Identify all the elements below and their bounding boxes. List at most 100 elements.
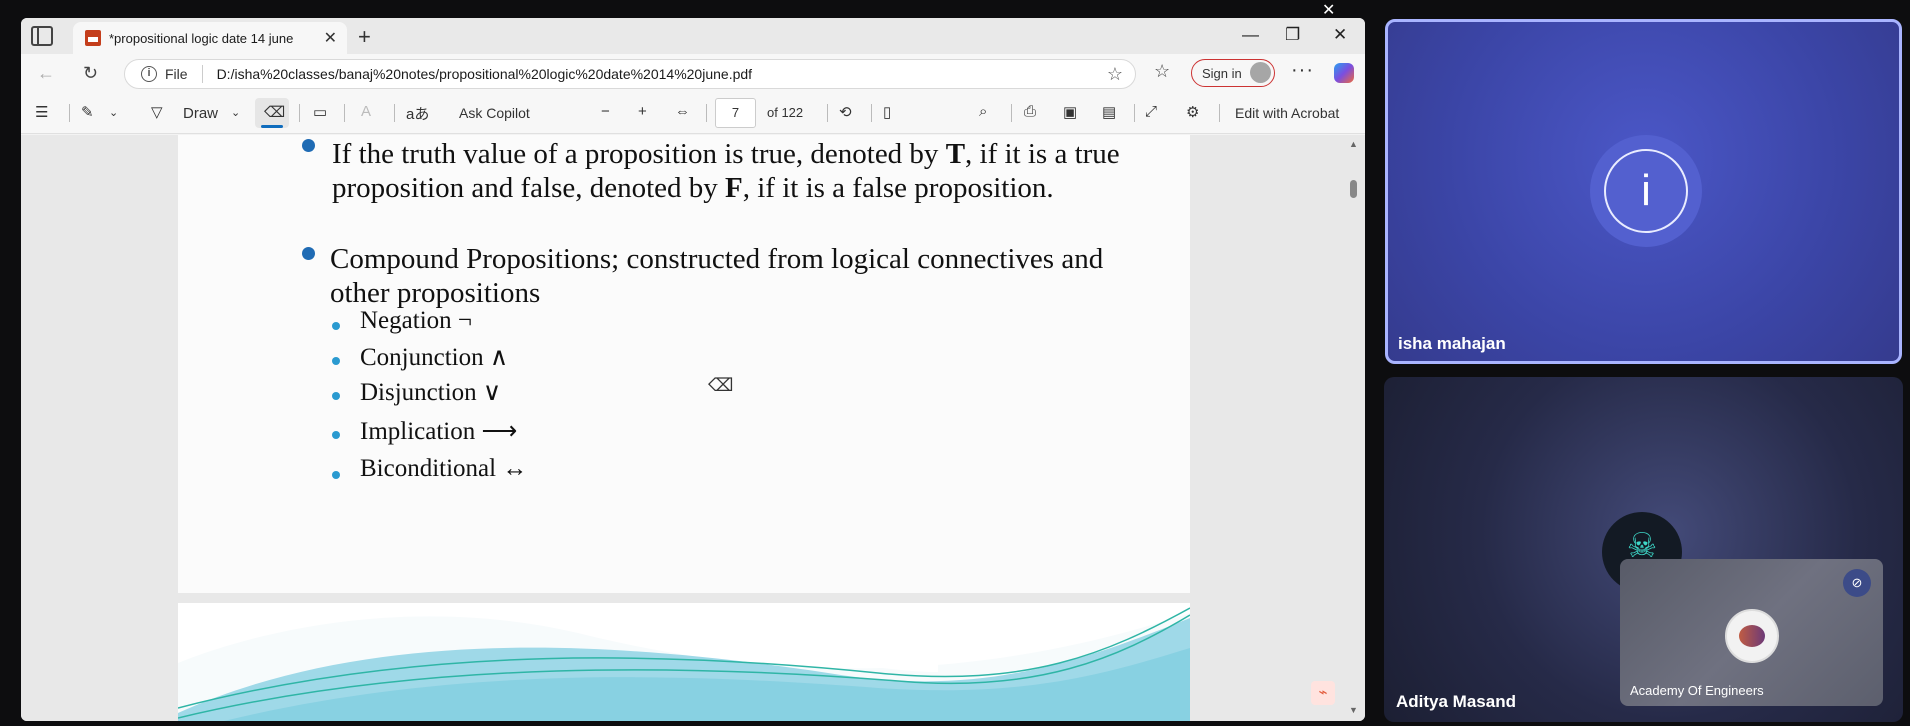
rotate-icon[interactable]: ⟲: [839, 103, 852, 121]
bullet1-T: T: [945, 138, 966, 170]
sub-bullet: [332, 322, 340, 330]
avatar: i: [1590, 135, 1702, 247]
ask-copilot-button[interactable]: Ask Copilot: [459, 105, 530, 121]
address-bar[interactable]: i File D:/isha%20classes/banaj%20notes/p…: [124, 59, 1136, 89]
acrobat-icon[interactable]: ⌁: [1311, 681, 1335, 705]
pdf-scrollbar[interactable]: ▲ ▼: [1347, 135, 1359, 721]
logo-emblem: [1739, 625, 1765, 647]
bullet1-text-part3: , if it is a false proposition.: [742, 172, 1054, 204]
participant-tile-isha[interactable]: i isha mahajan: [1385, 19, 1902, 364]
sign-in-label: Sign in: [1202, 65, 1242, 81]
pdf-page: If the truth value of a proposition is t…: [178, 135, 1190, 593]
contents-icon[interactable]: ☰: [35, 103, 48, 121]
toolbar-divider: [344, 104, 345, 122]
scroll-thumb[interactable]: [1350, 180, 1357, 198]
main-bullet: [302, 139, 315, 152]
bullet1-text-part1: If the truth value of a proposition is t…: [332, 138, 946, 170]
copilot-icon[interactable]: [1334, 63, 1354, 83]
profile-avatar: [1250, 62, 1271, 83]
toolbar-divider: [1134, 104, 1135, 122]
fit-width-icon[interactable]: ⇔: [675, 103, 690, 120]
url-text[interactable]: D:/isha%20classes/banaj%20notes/proposit…: [217, 66, 752, 82]
draw-button[interactable]: Draw: [183, 105, 218, 122]
pdf-viewer[interactable]: If the truth value of a proposition is t…: [21, 135, 1365, 721]
bullet1-F: F: [725, 172, 743, 204]
fullscreen-icon[interactable]: ⤢: [1145, 103, 1157, 120]
chevron-down-icon[interactable]: ⌄: [231, 106, 240, 119]
sub-item-conjunction: Conjunction ∧: [360, 344, 509, 371]
self-view-tile[interactable]: ⊘ Academy Of Engineers: [1620, 559, 1883, 706]
sub-bullet: [332, 392, 340, 400]
sub-bullet: [332, 357, 340, 365]
save-as-icon[interactable]: ▤: [1102, 103, 1116, 121]
favorite-star-icon[interactable]: ☆: [1107, 64, 1123, 85]
toolbar-divider: [827, 104, 828, 122]
toolbar-divider: [1011, 104, 1012, 122]
participant-tile-aditya[interactable]: ☠ Aditya Masand ⊘ Academy Of Engineers: [1384, 377, 1903, 722]
address-divider: [201, 65, 203, 83]
zoom-in-icon[interactable]: +: [638, 103, 647, 120]
participant-name: Aditya Masand: [1396, 692, 1516, 711]
back-icon[interactable]: ←: [37, 63, 55, 84]
page-view-icon[interactable]: ▯: [883, 103, 891, 121]
toolbar-divider: [394, 104, 395, 122]
draw-pen-icon[interactable]: ▽: [151, 103, 163, 121]
sub-item-disjunction: Disjunction ∨: [360, 379, 502, 406]
print-icon[interactable]: ⎙: [1024, 103, 1036, 120]
refresh-icon[interactable]: ↻: [83, 63, 98, 84]
scroll-up-icon[interactable]: ▲: [1349, 139, 1358, 149]
pdf-page-next: [178, 603, 1190, 721]
avatar-initial: i: [1604, 149, 1688, 233]
scroll-down-icon[interactable]: ▼: [1349, 705, 1358, 715]
sub-item-biconditional: Biconditional ↔: [360, 455, 528, 482]
sub-bullet: [332, 431, 340, 439]
search-icon[interactable]: ⌕: [979, 103, 987, 120]
pdf-file-icon: [85, 30, 101, 46]
settings-gear-icon[interactable]: ⚙: [1186, 103, 1199, 121]
title-bar: *propositional logic date 14 june ✕ + — …: [21, 18, 1365, 54]
toolbar-divider: [69, 104, 70, 122]
text-box-icon[interactable]: ▭: [313, 103, 327, 121]
favorites-icon[interactable]: ☆: [1154, 61, 1170, 82]
close-window-icon[interactable]: ✕: [1333, 25, 1347, 45]
close-tab-icon[interactable]: ✕: [324, 28, 337, 48]
academy-logo: [1725, 609, 1779, 663]
sub-item-negation: Negation ¬: [360, 307, 472, 334]
save-icon[interactable]: ▣: [1063, 103, 1077, 121]
browser-tab[interactable]: *propositional logic date 14 june ✕: [73, 22, 347, 54]
slide-bullet-compound: Compound Propositions; constructed from …: [330, 243, 1104, 309]
page-number-input[interactable]: 7: [715, 98, 756, 128]
toolbar-divider: [299, 104, 300, 122]
pdf-toolbar: ☰ ✎ ⌄ ▽ Draw ⌄ ⌫ ▭ A aあ Ask Copilot − + …: [21, 92, 1365, 134]
highlight-icon[interactable]: ✎: [81, 103, 94, 121]
tab-actions-icon[interactable]: [31, 26, 53, 46]
file-label: File: [165, 66, 188, 82]
read-aloud-icon[interactable]: A: [361, 103, 371, 120]
edit-with-acrobat-button[interactable]: Edit with Acrobat: [1235, 105, 1339, 121]
translate-icon[interactable]: aあ: [406, 103, 429, 124]
more-options-icon[interactable]: ···: [1291, 59, 1314, 82]
self-view-name: Academy Of Engineers: [1630, 683, 1764, 698]
restore-icon[interactable]: ❐: [1285, 25, 1300, 45]
toolbar-divider: [1219, 104, 1220, 122]
sub-item-implication: Implication ⟶: [360, 418, 518, 445]
toolbar-divider: [871, 104, 872, 122]
zoom-out-icon[interactable]: −: [601, 103, 610, 120]
navigation-bar: ← ↻ i File D:/isha%20classes/banaj%20not…: [21, 54, 1365, 92]
tab-title: *propositional logic date 14 june: [109, 30, 294, 46]
slide-bullet-truth-value: If the truth value of a proposition is t…: [332, 137, 1152, 205]
main-bullet: [302, 247, 315, 260]
wave-decoration: [178, 603, 1190, 721]
eraser-cursor-icon: ⌫: [708, 375, 734, 395]
minimize-icon[interactable]: —: [1242, 25, 1259, 45]
chevron-down-icon[interactable]: ⌄: [109, 106, 118, 119]
cursor-icon: ✕: [1322, 2, 1336, 19]
toolbar-divider: [706, 104, 707, 122]
new-tab-icon[interactable]: +: [358, 24, 371, 50]
info-icon[interactable]: i: [141, 66, 157, 82]
mic-off-icon[interactable]: ⊘: [1843, 569, 1871, 597]
eraser-icon: ⌫: [264, 104, 286, 121]
sign-in-button[interactable]: Sign in: [1191, 59, 1275, 87]
participant-name: isha mahajan: [1398, 334, 1506, 353]
page-total: of 122: [767, 105, 804, 120]
